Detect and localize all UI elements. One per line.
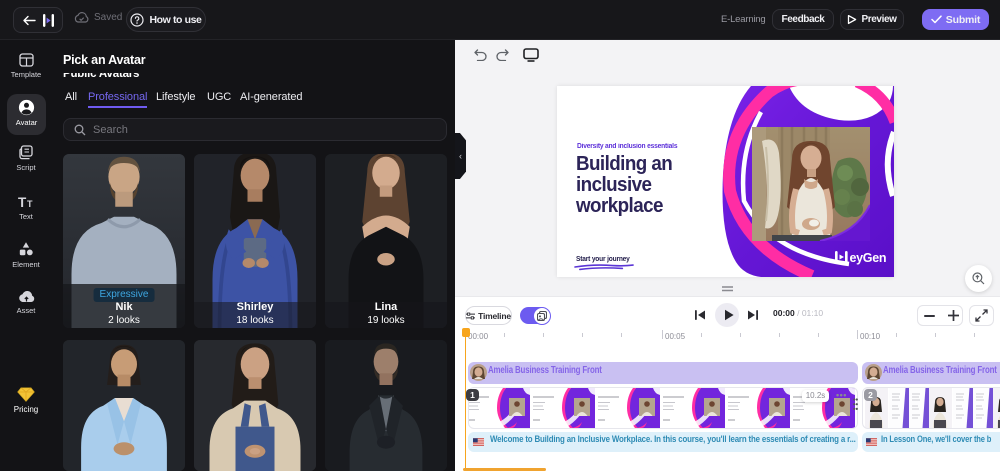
- svg-text:00:10: 00:10: [860, 332, 881, 341]
- svg-text:00:00: 00:00: [468, 332, 489, 341]
- svg-text:T: T: [27, 199, 33, 209]
- svg-text:eyGen: eyGen: [850, 251, 887, 265]
- svg-text:T: T: [18, 195, 27, 209]
- svg-text:00:05: 00:05: [665, 332, 686, 341]
